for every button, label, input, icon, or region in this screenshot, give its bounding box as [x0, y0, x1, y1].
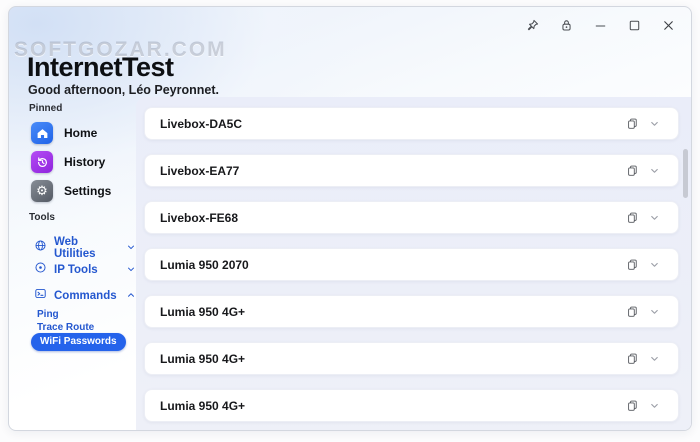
- sidebar-item-label: Settings: [64, 184, 111, 198]
- copy-button[interactable]: [621, 254, 643, 276]
- lock-icon: [559, 18, 574, 33]
- network-card[interactable]: Lumia 950 4G+: [144, 342, 679, 375]
- page-title: InternetTest: [27, 52, 174, 83]
- sidebar-item-wifi-passwords[interactable]: WiFi Passwords: [31, 333, 126, 351]
- expand-button[interactable]: [643, 348, 665, 370]
- expand-button[interactable]: [643, 301, 665, 323]
- chevron-up-icon: [126, 287, 136, 305]
- sidebar-item-label: History: [64, 155, 105, 169]
- copy-button[interactable]: [621, 301, 643, 323]
- network-list: Livebox-DA5C Livebox-EA77 Livebox-FE68 L…: [136, 97, 691, 430]
- network-card[interactable]: Livebox-DA5C: [144, 107, 679, 140]
- maximize-button[interactable]: [621, 13, 647, 37]
- network-card[interactable]: Lumia 950 2070: [144, 248, 679, 281]
- copy-button[interactable]: [621, 395, 643, 417]
- sidebar-item-trace-route[interactable]: Trace Route: [37, 322, 94, 333]
- copy-button[interactable]: [621, 207, 643, 229]
- terminal-icon: [34, 287, 47, 305]
- tool-label: Commands: [54, 290, 119, 302]
- tool-label: IP Tools: [54, 264, 119, 276]
- network-card[interactable]: Livebox-EA77: [144, 154, 679, 187]
- network-card[interactable]: Livebox-FE68: [144, 201, 679, 234]
- target-icon: [34, 261, 47, 279]
- chevron-down-icon: [126, 239, 136, 257]
- history-icon: [31, 151, 53, 173]
- scrollbar-thumb[interactable]: [683, 149, 688, 198]
- copy-button[interactable]: [621, 160, 643, 182]
- sidebar-item-label: Home: [64, 126, 97, 140]
- network-name: Livebox-EA77: [160, 164, 621, 178]
- close-icon: [661, 18, 676, 33]
- greeting-text: Good afternoon, Léo Peyronnet.: [28, 83, 219, 97]
- sidebar-item-settings[interactable]: ⚙ Settings: [31, 180, 111, 202]
- network-name: Lumia 950 4G+: [160, 352, 621, 366]
- sidebar-item-web-utilities[interactable]: Web Utilities: [34, 236, 136, 260]
- network-name: Lumia 950 2070: [160, 258, 621, 272]
- sidebar-item-commands[interactable]: Commands: [34, 287, 136, 305]
- network-name: Livebox-FE68: [160, 211, 621, 225]
- pin-icon: [525, 18, 540, 33]
- home-icon: [31, 122, 53, 144]
- globe-icon: [34, 239, 47, 257]
- minimize-button[interactable]: [587, 13, 613, 37]
- network-name: Livebox-DA5C: [160, 117, 621, 131]
- lock-button[interactable]: [553, 13, 579, 37]
- sidebar-item-ping[interactable]: Ping: [37, 309, 59, 320]
- tool-label: Web Utilities: [54, 236, 119, 260]
- expand-button[interactable]: [643, 254, 665, 276]
- expand-button[interactable]: [643, 395, 665, 417]
- sidebar-item-history[interactable]: History: [31, 151, 105, 173]
- expand-button[interactable]: [643, 207, 665, 229]
- sidebar-item-ip-tools[interactable]: IP Tools: [34, 261, 136, 279]
- pin-button[interactable]: [519, 13, 545, 37]
- tools-section-label: Tools: [29, 212, 55, 223]
- titlebar: [519, 13, 681, 37]
- maximize-icon: [627, 18, 642, 33]
- network-card[interactable]: Lumia 950 4G+: [144, 389, 679, 422]
- expand-button[interactable]: [643, 160, 665, 182]
- sidebar-item-home[interactable]: Home: [31, 122, 97, 144]
- network-name: Lumia 950 4G+: [160, 305, 621, 319]
- copy-button[interactable]: [621, 113, 643, 135]
- app-window: SOFTGOZAR.COM InternetTest Good afternoo…: [8, 6, 692, 431]
- close-button[interactable]: [655, 13, 681, 37]
- chevron-down-icon: [126, 261, 136, 279]
- minimize-icon: [593, 18, 608, 33]
- network-name: Lumia 950 4G+: [160, 399, 621, 413]
- gear-icon: ⚙: [31, 180, 53, 202]
- copy-button[interactable]: [621, 348, 643, 370]
- expand-button[interactable]: [643, 113, 665, 135]
- network-card[interactable]: Lumia 950 4G+: [144, 295, 679, 328]
- pinned-section-label: Pinned: [29, 103, 62, 114]
